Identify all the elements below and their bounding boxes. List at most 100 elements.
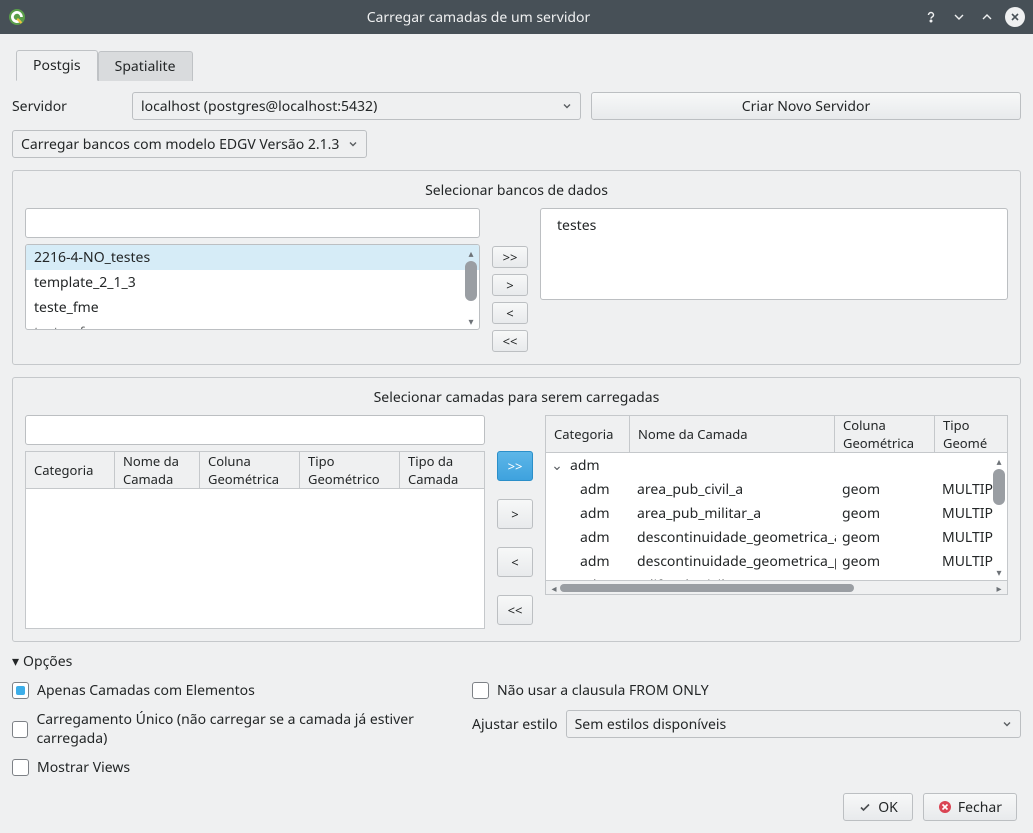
server-label: Servidor bbox=[12, 97, 122, 116]
collapse-icon[interactable]: ⌄ bbox=[550, 456, 564, 475]
cell-cat: adm bbox=[574, 552, 631, 571]
help-icon[interactable] bbox=[921, 7, 941, 27]
close-icon[interactable] bbox=[1005, 7, 1025, 27]
model-select-value: Carregar bancos com modelo EDGV Versão 2… bbox=[21, 135, 339, 154]
opt-only-elements-label: Apenas Camadas com Elementos bbox=[37, 681, 255, 700]
server-select-value: localhost (postgres@localhost:5432) bbox=[141, 97, 377, 116]
qgis-app-icon bbox=[8, 8, 26, 26]
table-row[interactable]: admdescontinuidade_geometrica_pgeomMULTI… bbox=[546, 549, 1007, 573]
server-select[interactable]: localhost (postgres@localhost:5432) bbox=[132, 92, 581, 120]
ok-button[interactable]: OK bbox=[843, 793, 913, 821]
cell-col: geom bbox=[836, 552, 936, 571]
table-row[interactable]: admarea_pub_militar_ageomMULTIP bbox=[546, 501, 1007, 525]
db-selected-list[interactable]: testes bbox=[540, 208, 1008, 300]
checkbox-no-from-only[interactable] bbox=[472, 682, 489, 699]
tab-postgis[interactable]: Postgis bbox=[16, 50, 98, 81]
move-one-right-button[interactable]: > bbox=[492, 274, 528, 296]
scroll-up-icon[interactable]: ▴ bbox=[465, 247, 477, 259]
scroll-thumb[interactable] bbox=[993, 469, 1005, 505]
maximize-icon[interactable] bbox=[977, 7, 997, 27]
table-row[interactable]: admarea_pub_civil_ageomMULTIP bbox=[546, 477, 1007, 501]
layers-move-one-left-button[interactable]: < bbox=[497, 547, 533, 577]
opt-no-from-only-label: Não usar a clausula FROM ONLY bbox=[497, 681, 709, 700]
checkbox-unique-load[interactable] bbox=[12, 721, 28, 738]
checkbox-only-elements[interactable] bbox=[12, 682, 29, 699]
chevron-down-icon bbox=[1002, 719, 1012, 729]
col-tipo-c[interactable]: Tipo da Camada bbox=[400, 451, 485, 489]
titlebar: Carregar camadas de um servidor bbox=[0, 0, 1033, 34]
left-table-body[interactable] bbox=[25, 489, 485, 629]
ok-button-label: OK bbox=[878, 798, 898, 817]
cell-col: geom bbox=[836, 480, 936, 499]
scroll-up-icon[interactable]: ▴ bbox=[993, 455, 1005, 467]
scroll-left-icon[interactable]: ◂ bbox=[548, 581, 560, 595]
move-all-left-button[interactable]: << bbox=[492, 330, 528, 352]
collapse-icon: ▾ bbox=[12, 652, 19, 671]
cell-cat: adm bbox=[574, 504, 631, 523]
list-item[interactable]: teste_fme bbox=[26, 295, 479, 320]
window-title: Carregar camadas de um servidor bbox=[36, 8, 921, 27]
db-group-title: Selecionar bancos de dados bbox=[25, 181, 1008, 208]
cell-cat: adm bbox=[574, 480, 631, 499]
move-one-left-button[interactable]: < bbox=[492, 302, 528, 324]
scrollbar[interactable]: ▴ ▾ bbox=[465, 247, 477, 327]
style-select[interactable]: Sem estilos disponíveis bbox=[566, 710, 1021, 738]
close-button[interactable]: Fechar bbox=[923, 793, 1017, 821]
style-select-value: Sem estilos disponíveis bbox=[575, 715, 727, 734]
col-coluna[interactable]: Coluna Geométrica bbox=[835, 415, 935, 453]
layers-group-title: Selecionar camadas para serem carregadas bbox=[25, 388, 1008, 415]
minimize-icon[interactable] bbox=[949, 7, 969, 27]
scroll-right-icon[interactable]: ▸ bbox=[993, 581, 1005, 595]
table-row[interactable]: admdescontinuidade_geometrica_ageomMULTI… bbox=[546, 525, 1007, 549]
checkbox-show-views[interactable] bbox=[12, 759, 29, 776]
table-row[interactable]: admedif_pub_civil_ageomMULTIP bbox=[546, 573, 1007, 581]
tree-root-row[interactable]: ⌄ adm bbox=[546, 453, 1007, 477]
scroll-down-icon[interactable]: ▾ bbox=[465, 315, 477, 327]
scroll-thumb[interactable] bbox=[465, 261, 477, 301]
scroll-down-icon[interactable]: ▾ bbox=[993, 566, 1005, 578]
list-item[interactable]: testes_fme bbox=[26, 320, 479, 329]
col-tipo-g[interactable]: Tipo Geométrico bbox=[300, 451, 400, 489]
options-toggle[interactable]: ▾ Opções bbox=[12, 652, 1021, 671]
col-nome[interactable]: Nome da Camada bbox=[630, 415, 835, 453]
new-server-button[interactable]: Criar Novo Servidor bbox=[591, 92, 1021, 120]
cell-cat: adm bbox=[574, 528, 631, 547]
scrollbar[interactable]: ▴ ▾ bbox=[993, 455, 1005, 578]
opt-unique-load-label: Carregamento Único (não carregar se a ca… bbox=[36, 710, 472, 748]
list-item[interactable]: testes bbox=[549, 213, 999, 238]
opt-show-views-label: Mostrar Views bbox=[37, 758, 130, 777]
cell-nome: area_pub_civil_a bbox=[631, 480, 836, 499]
cell-nome: area_pub_militar_a bbox=[631, 504, 836, 523]
cell-nome: descontinuidade_geometrica_a bbox=[631, 528, 836, 547]
col-categoria[interactable]: Categoria bbox=[25, 451, 115, 489]
cell-col: geom bbox=[836, 528, 936, 547]
h-scrollbar[interactable]: ◂ ▸ bbox=[545, 581, 1008, 595]
layers-move-one-right-button[interactable]: > bbox=[497, 499, 533, 529]
cell-col: geom bbox=[836, 504, 936, 523]
layers-filter-input[interactable] bbox=[25, 415, 485, 445]
left-table-header: Categoria Nome da Camada Coluna Geométri… bbox=[25, 451, 485, 489]
chevron-down-icon bbox=[562, 101, 572, 111]
db-group: Selecionar bancos de dados 2216-4-NO_tes… bbox=[12, 170, 1021, 365]
move-all-right-button[interactable]: >> bbox=[492, 246, 528, 268]
layers-move-all-right-button[interactable]: >> bbox=[497, 451, 533, 481]
style-label: Ajustar estilo bbox=[472, 715, 558, 734]
cell-nome: descontinuidade_geometrica_p bbox=[631, 552, 836, 571]
close-button-label: Fechar bbox=[958, 798, 1002, 817]
list-item[interactable]: template_2_1_3 bbox=[26, 270, 479, 295]
options-label: Opções bbox=[23, 652, 72, 671]
db-filter-input[interactable] bbox=[25, 208, 480, 238]
col-nome[interactable]: Nome da Camada bbox=[115, 451, 200, 489]
layers-move-all-left-button[interactable]: << bbox=[497, 595, 533, 625]
list-item[interactable]: 2216-4-NO_testes bbox=[26, 245, 479, 270]
col-categoria[interactable]: Categoria bbox=[545, 415, 630, 453]
db-available-list[interactable]: 2216-4-NO_testes template_2_1_3 teste_fm… bbox=[25, 244, 480, 330]
tab-spatialite[interactable]: Spatialite bbox=[98, 51, 193, 81]
col-tipo-g[interactable]: Tipo Geomé bbox=[935, 415, 1008, 453]
tab-strip: Postgis Spatialite bbox=[16, 50, 1021, 80]
col-coluna[interactable]: Coluna Geométrica bbox=[200, 451, 300, 489]
chevron-down-icon bbox=[348, 139, 358, 149]
model-select[interactable]: Carregar bancos com modelo EDGV Versão 2… bbox=[12, 130, 367, 158]
right-tree[interactable]: ⌄ adm admarea_pub_civil_ageomMULTIPadmar… bbox=[545, 453, 1008, 581]
scroll-thumb[interactable] bbox=[560, 584, 854, 592]
